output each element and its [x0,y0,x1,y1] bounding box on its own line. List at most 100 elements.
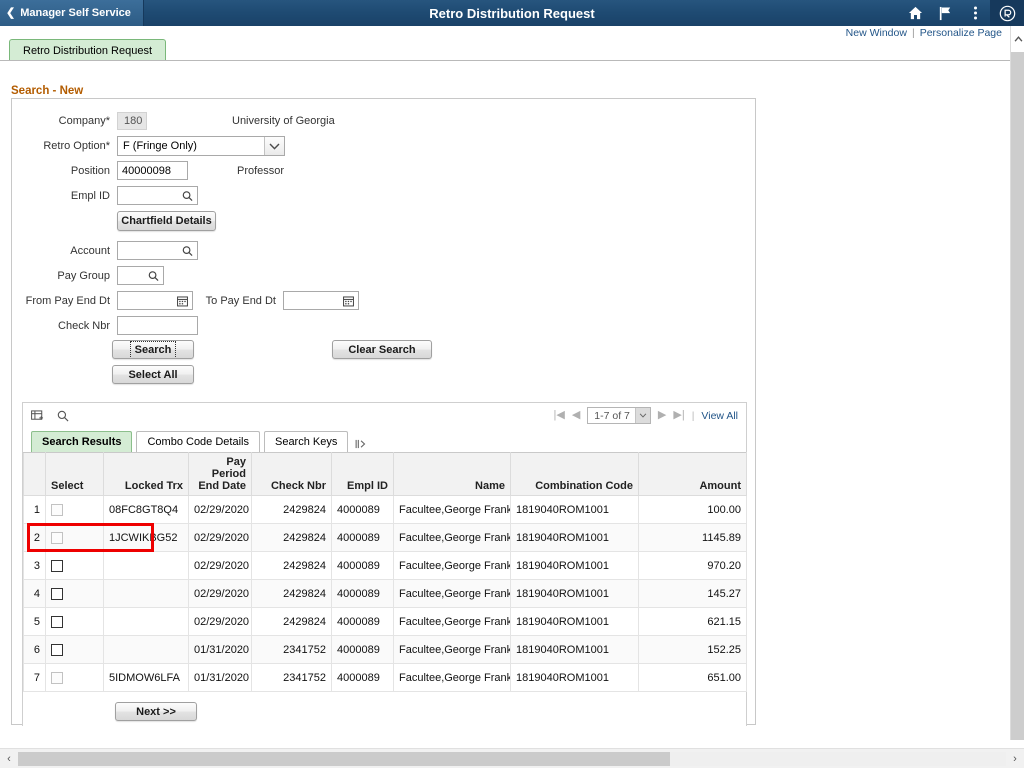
scroll-left-arrow-icon[interactable]: ‹ [0,749,18,769]
row-number: 3 [24,552,46,580]
check-nbr-label: Check Nbr [12,320,117,332]
field-row-company: Company* 180 University of Georgia [12,112,432,130]
grid-tab-combo-code-details[interactable]: Combo Code Details [136,431,260,452]
cell-amount: 970.20 [639,552,747,580]
from-pay-end-dt-input[interactable] [117,291,193,310]
cell-locked-trx [104,552,189,580]
scroll-up-arrow-icon[interactable] [1011,26,1024,52]
pagination-range-select[interactable]: 1-7 of 7 [587,407,651,424]
pagination-separator: | [692,410,695,422]
cell-combination-code: 1819040ROM1001 [511,664,639,692]
row-select-cell [46,552,104,580]
select-checkbox[interactable] [51,560,63,572]
header-select[interactable]: Select [46,453,104,496]
pay-group-lookup-icon[interactable] [148,270,159,281]
clear-search-button-label: Clear Search [348,344,415,356]
table-row: 302/29/202024298244000089Facultee,George… [24,552,747,580]
search-results-grid: |◀ ◀ 1-7 of 7 ▶ ▶| | View All Search Res… [22,402,747,734]
page-tab-retro-distribution-request[interactable]: Retro Distribution Request [9,39,166,61]
field-row-chartfield: Chartfield Details [12,211,216,231]
personalize-page-link[interactable]: Personalize Page [920,27,1002,39]
cell-empl-id: 4000089 [332,524,394,552]
retro-option-value: F (Fringe Only) [123,140,197,152]
empl-id-lookup-icon[interactable] [182,190,193,201]
to-pay-end-dt-input[interactable] [283,291,359,310]
header-combination-code[interactable]: Combination Code [511,453,639,496]
clear-search-button[interactable]: Clear Search [332,340,432,359]
back-button-label: Manager Self Service [20,7,131,19]
chevron-down-icon-pagination [635,408,650,423]
vertical-scroll-track[interactable] [1011,52,1024,740]
back-button[interactable]: ❮ Manager Self Service [0,0,144,26]
new-window-link[interactable]: New Window [846,27,907,39]
row-number: 1 [24,496,46,524]
next-button-label: Next >> [136,706,176,718]
cell-empl-id: 4000089 [332,580,394,608]
home-icon[interactable] [900,0,930,26]
expand-tabs-icon[interactable] [352,439,369,452]
grid-tab-combo-code-details-label: Combo Code Details [147,436,249,448]
select-checkbox[interactable] [51,616,63,628]
actions-menu-icon[interactable] [960,0,990,26]
header-pay-period-end-date[interactable]: Pay Period End Date [189,453,252,496]
view-all-link[interactable]: View All [701,410,738,422]
utility-links: New Window | Personalize Page [0,26,1010,40]
select-checkbox[interactable] [51,588,63,600]
cell-name: Facultee,George Frank [394,580,511,608]
table-header-row: Select Locked Trx Pay Period End Date Ch… [24,453,747,496]
select-all-button[interactable]: Select All [112,365,194,384]
flag-icon[interactable] [930,0,960,26]
header-amount[interactable]: Amount [639,453,747,496]
search-button[interactable]: Search [112,340,194,359]
oracle-logo-icon[interactable] [990,0,1024,26]
pagination-range-label: 1-7 of 7 [594,410,630,422]
pay-group-input[interactable] [117,266,164,285]
pagination-next-button[interactable]: ▶ [658,410,666,421]
calendar-icon[interactable] [177,295,188,306]
account-input[interactable] [117,241,198,260]
select-checkbox [51,532,63,544]
personalize-grid-icon[interactable] [31,410,44,422]
bottom-filler [0,726,1010,748]
cell-check-nbr: 2341752 [252,636,332,664]
select-checkbox[interactable] [51,644,63,656]
horizontal-scroll-thumb[interactable] [18,752,670,766]
pagination-first-button[interactable]: |◀ [553,410,564,421]
cell-name: Facultee,George Frank [394,636,511,664]
retro-option-label: Retro Option* [12,140,117,152]
pagination-last-button[interactable]: ▶| [673,410,684,421]
empl-id-input[interactable] [117,186,198,205]
next-button[interactable]: Next >> [115,702,197,721]
vertical-scrollbar[interactable] [1010,26,1024,740]
chartfield-details-button[interactable]: Chartfield Details [117,211,216,231]
position-input[interactable]: 40000098 [117,161,188,180]
header-name[interactable]: Name [394,453,511,496]
header-empl-id[interactable]: Empl ID [332,453,394,496]
page-title: Retro Distribution Request [0,6,1024,21]
cell-combination-code: 1819040ROM1001 [511,524,639,552]
cell-name: Facultee,George Frank [394,608,511,636]
company-description: University of Georgia [232,115,335,127]
header-icon-group [900,0,1024,26]
scroll-right-arrow-icon[interactable]: › [1006,749,1024,769]
header-locked-trx[interactable]: Locked Trx [104,453,189,496]
horizontal-scroll-track[interactable] [18,752,1006,766]
check-nbr-input[interactable] [117,316,198,335]
grid-tab-strip: Search Results Combo Code Details Search… [23,428,746,452]
to-pay-end-dt-label: To Pay End Dt [193,295,283,307]
row-number: 5 [24,608,46,636]
cell-check-nbr: 2341752 [252,664,332,692]
account-lookup-icon[interactable] [182,245,193,256]
retro-option-select[interactable]: F (Fringe Only) [117,136,285,156]
grid-tab-search-keys[interactable]: Search Keys [264,431,348,452]
horizontal-scrollbar[interactable]: ‹ › [0,748,1024,768]
field-row-retro-option: Retro Option* F (Fringe Only) [12,136,285,156]
calendar-icon-to[interactable] [343,295,354,306]
pagination-prev-button[interactable]: ◀ [572,410,580,421]
row-number: 2 [24,524,46,552]
header-check-nbr[interactable]: Check Nbr [252,453,332,496]
row-select-cell [46,496,104,524]
grid-tab-search-results[interactable]: Search Results [31,431,132,452]
cell-pay-period-end-date: 02/29/2020 [189,496,252,524]
find-icon[interactable] [57,410,69,422]
